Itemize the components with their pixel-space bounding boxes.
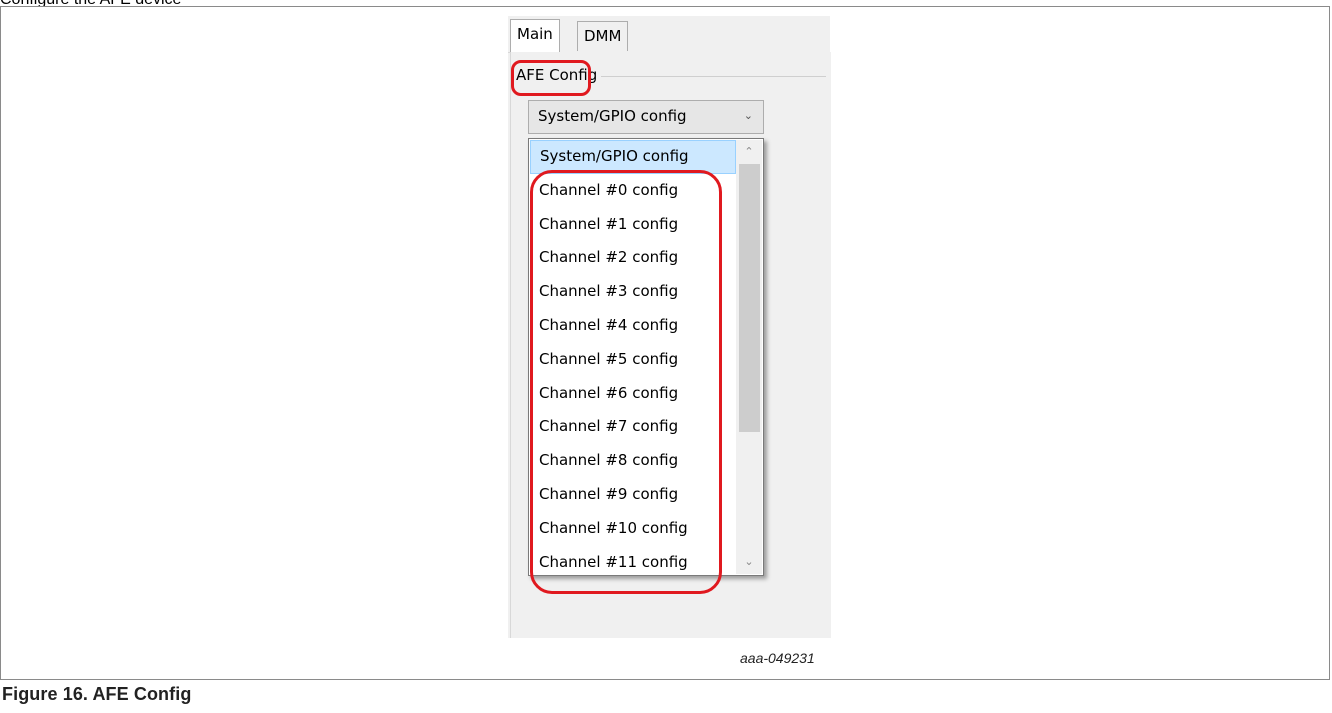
figure-id: aaa-049231 bbox=[740, 650, 815, 666]
tab-main[interactable]: Main bbox=[510, 19, 560, 52]
tab-strip: Main DMM bbox=[508, 16, 830, 56]
dropdown-options: System/GPIO config Channel #0 config Cha… bbox=[530, 140, 736, 579]
dropdown-option-channel-5[interactable]: Channel #5 config bbox=[530, 343, 736, 377]
dropdown-option-channel-1[interactable]: Channel #1 config bbox=[530, 208, 736, 242]
tab-dmm[interactable]: DMM bbox=[577, 21, 629, 51]
dropdown-option-channel-7[interactable]: Channel #7 config bbox=[530, 410, 736, 444]
dropdown-option-channel-3[interactable]: Channel #3 config bbox=[530, 275, 736, 309]
config-select-value: System/GPIO config bbox=[538, 107, 687, 125]
dropdown-option-channel-10[interactable]: Channel #10 config bbox=[530, 512, 736, 546]
dropdown-option-channel-6[interactable]: Channel #6 config bbox=[530, 377, 736, 411]
chevron-down-icon[interactable]: ⌄ bbox=[736, 550, 762, 574]
dropdown-option-channel-2[interactable]: Channel #2 config bbox=[530, 241, 736, 275]
figure-caption: Figure 16. AFE Config bbox=[2, 684, 192, 704]
chevron-down-icon[interactable]: ⌄ bbox=[744, 109, 753, 122]
group-label-afe-config: AFE Config bbox=[512, 64, 602, 86]
chevron-up-icon[interactable]: ⌃ bbox=[736, 140, 762, 164]
app-screenshot: Main DMM AFE Config System/GPIO config ⌄… bbox=[508, 16, 831, 638]
dropdown-option-channel-4[interactable]: Channel #4 config bbox=[530, 309, 736, 343]
dropdown-option-system-gpio[interactable]: System/GPIO config bbox=[530, 140, 736, 174]
dropdown-option-channel-8[interactable]: Channel #8 config bbox=[530, 444, 736, 478]
config-select[interactable]: System/GPIO config ⌄ bbox=[528, 100, 764, 134]
config-dropdown-list: System/GPIO config Channel #0 config Cha… bbox=[528, 138, 764, 576]
dropdown-option-channel-9[interactable]: Channel #9 config bbox=[530, 478, 736, 512]
dropdown-option-channel-0[interactable]: Channel #0 config bbox=[530, 174, 736, 208]
dropdown-scrollbar[interactable]: ⌃ ⌄ bbox=[736, 140, 762, 574]
scrollbar-thumb[interactable] bbox=[739, 164, 760, 432]
dropdown-option-channel-11[interactable]: Channel #11 config bbox=[530, 546, 736, 580]
